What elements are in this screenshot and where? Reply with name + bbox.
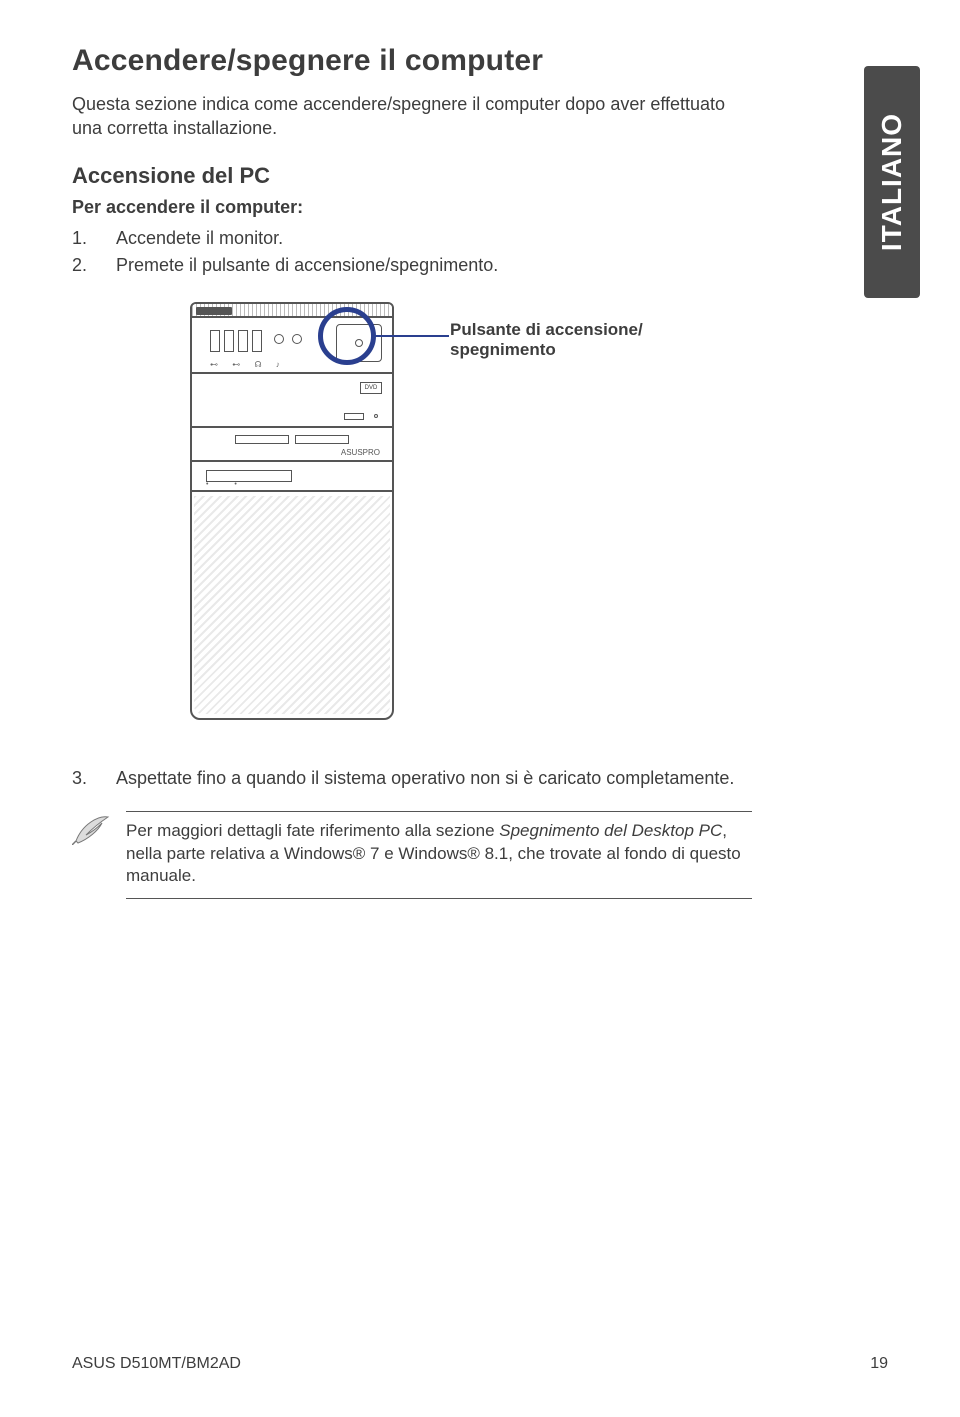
eject-button-icon [344,413,364,420]
section-heading: Accensione del PC [72,163,752,189]
pinhole-icon [374,414,378,418]
note-feather-icon [72,811,126,850]
footer-page-number: 19 [870,1355,888,1373]
case-top-edge [192,304,392,318]
usb-ports [210,330,262,352]
callout-label: Pulsante di accensione/ spegnimento [450,320,750,361]
step-number: 2. [72,255,116,276]
callout-leader-line [373,335,449,337]
note-block: Per maggiori dettagli fate riferimento a… [72,811,752,900]
front-io-panel: ⊷ ⊷ ☊ ♪ [192,318,392,374]
optical-drive-bay: DVD [192,374,392,428]
audio-jack-icon [292,334,302,344]
note-text: Per maggiori dettagli fate riferimento a… [126,811,752,900]
io-glyph-row: ⊷ ⊷ ☊ ♪ [210,360,286,369]
audio-jack-icon [274,334,284,344]
bay-slot-icon [235,435,289,444]
usb-port-icon [224,330,234,352]
step-text: Accendete il monitor. [116,228,283,249]
bay-slot-icon [295,435,349,444]
card-reader-band: • • [192,462,392,492]
brand-band: ASUSPRO [192,428,392,462]
step-row: 3. Aspettate fino a quando il sistema op… [72,768,752,789]
language-tab-label: ITALIANO [876,113,908,251]
step-text: Aspettate fino a quando il sistema opera… [116,768,734,789]
note-pre: Per maggiori dettagli fate riferimento a… [126,821,499,840]
power-button-area [336,324,382,362]
content-lower: 3. Aspettate fino a quando il sistema op… [72,768,752,900]
footer-model: ASUS D510MT/BM2AD [72,1355,241,1373]
step-number: 1. [72,228,116,249]
main-content: Accendere/spegnere il computer Questa se… [72,44,752,276]
dvd-logo: DVD [360,382,382,394]
page-footer: ASUS D510MT/BM2AD 19 [72,1355,888,1373]
indicator-dots: • • [206,481,249,488]
step-row: 1. Accendete il monitor. [72,228,752,249]
computer-case-illustration: ⊷ ⊷ ☊ ♪ DVD ASUSPRO • • [190,302,394,720]
step-row: 2. Premete il pulsante di accensione/spe… [72,255,752,276]
step-number: 3. [72,768,116,789]
usb-port-icon [252,330,262,352]
intro-paragraph: Questa sezione indica come accendere/spe… [72,92,752,141]
page-title: Accendere/spegnere il computer [72,44,752,78]
step-text: Premete il pulsante di accensione/spegni… [116,255,498,276]
brand-label: ASUSPRO [341,448,380,457]
usb-port-icon [210,330,220,352]
section-subheading: Per accendere il computer: [72,197,752,218]
power-button-icon [355,339,363,347]
language-tab: ITALIANO [864,66,920,298]
front-grille [194,496,390,714]
usb-port-icon [238,330,248,352]
computer-figure: ⊷ ⊷ ☊ ♪ DVD ASUSPRO • • Pulsante di acce… [190,302,750,732]
note-italic: Spegnimento del Desktop PC [499,821,722,840]
page: ITALIANO Accendere/spegnere il computer … [0,0,960,1417]
